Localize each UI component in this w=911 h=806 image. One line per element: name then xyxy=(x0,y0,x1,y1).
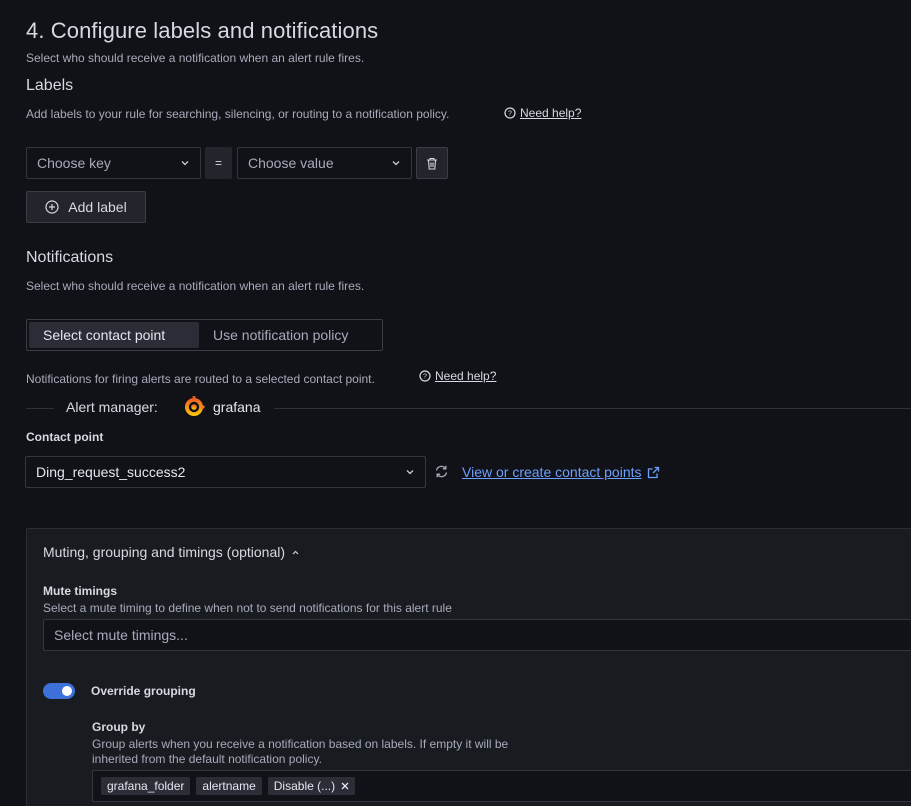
override-grouping-toggle[interactable] xyxy=(43,683,75,699)
option-use-notification-policy[interactable]: Use notification policy xyxy=(199,322,362,348)
group-by-tag: grafana_folder xyxy=(101,777,191,795)
notifications-help-text: Need help? xyxy=(435,369,497,383)
labels-description: Add labels to your rule for searching, s… xyxy=(26,107,450,121)
toggle-knob xyxy=(62,686,72,696)
view-create-link-text: View or create contact points xyxy=(462,464,642,480)
group-by-tag: Disable (...) xyxy=(267,777,356,795)
label-value-select[interactable]: Choose value xyxy=(237,147,412,179)
contact-point-select[interactable]: Ding_request_success2 xyxy=(25,456,426,488)
alert-manager-label: Alert manager: xyxy=(66,399,158,415)
alert-manager-name: grafana xyxy=(213,399,261,415)
routing-note: Notifications for firing alerts are rout… xyxy=(26,372,375,386)
chevron-down-icon xyxy=(406,470,414,475)
group-by-tag: alertname xyxy=(196,777,262,795)
muting-section-title: Muting, grouping and timings (optional) xyxy=(43,544,286,560)
chevron-down-icon xyxy=(392,161,400,166)
notifications-heading: Notifications xyxy=(26,249,114,266)
close-icon[interactable] xyxy=(341,782,349,790)
contact-mode-radio-group: Select contact point Use notification po… xyxy=(26,319,383,351)
external-link-icon xyxy=(647,466,659,478)
override-grouping-label: Override grouping xyxy=(91,684,196,698)
labels-heading: Labels xyxy=(26,77,74,94)
add-label-text: Add label xyxy=(68,199,127,215)
group-by-description-line1: Group alerts when you receive a notifica… xyxy=(92,737,509,751)
label-value-placeholder: Choose value xyxy=(248,155,334,171)
alert-manager-value: grafana xyxy=(183,396,260,418)
divider-right xyxy=(274,408,911,409)
labels-help-link[interactable]: ? Need help? xyxy=(504,106,581,120)
group-by-description-line2: inherited from the default notification … xyxy=(92,752,322,766)
trash-icon xyxy=(427,157,437,170)
group-by-tag-label: grafana_folder xyxy=(107,779,185,793)
labels-help-text: Need help? xyxy=(520,106,582,120)
help-circle-icon: ? xyxy=(419,370,431,382)
group-by-tag-label: Disable (...) xyxy=(273,779,336,793)
mute-timings-select[interactable]: Select mute timings... xyxy=(43,619,911,651)
mute-timings-placeholder: Select mute timings... xyxy=(54,627,188,643)
group-by-multiselect[interactable]: grafana_folder alertname Disable (...) xyxy=(92,770,911,802)
notifications-help-link[interactable]: ? Need help? xyxy=(419,369,496,383)
group-by-label: Group by xyxy=(92,720,146,734)
notifications-description: Select who should receive a notification… xyxy=(26,279,365,293)
contact-point-value: Ding_request_success2 xyxy=(36,464,186,480)
divider-left xyxy=(26,408,54,409)
label-key-placeholder: Choose key xyxy=(37,155,111,171)
help-circle-icon: ? xyxy=(504,107,516,119)
add-label-button[interactable]: Add label xyxy=(26,191,146,223)
svg-text:?: ? xyxy=(508,111,512,118)
chevron-down-icon xyxy=(181,161,189,166)
section-title: 4. Configure labels and notifications xyxy=(26,18,379,43)
mute-timings-label: Mute timings xyxy=(43,584,117,598)
muting-section-toggle[interactable]: Muting, grouping and timings (optional) xyxy=(43,544,300,560)
grafana-logo-icon xyxy=(185,396,205,416)
section-subtitle: Select who should receive a notification… xyxy=(26,51,365,65)
group-by-tag-label: alertname xyxy=(202,779,256,793)
contact-point-label: Contact point xyxy=(26,430,104,444)
refresh-contact-points-button[interactable] xyxy=(434,464,449,484)
sync-icon xyxy=(435,465,448,478)
chevron-up-icon xyxy=(292,550,299,554)
plus-circle-icon xyxy=(45,200,59,214)
svg-text:?: ? xyxy=(423,374,427,381)
label-key-select[interactable]: Choose key xyxy=(26,147,201,179)
option-select-contact-point[interactable]: Select contact point xyxy=(29,322,199,348)
mute-timings-description: Select a mute timing to define when not … xyxy=(43,601,452,615)
view-create-contact-points-link[interactable]: View or create contact points xyxy=(462,464,660,480)
delete-label-button[interactable] xyxy=(416,147,448,179)
label-operator: = xyxy=(205,147,232,179)
